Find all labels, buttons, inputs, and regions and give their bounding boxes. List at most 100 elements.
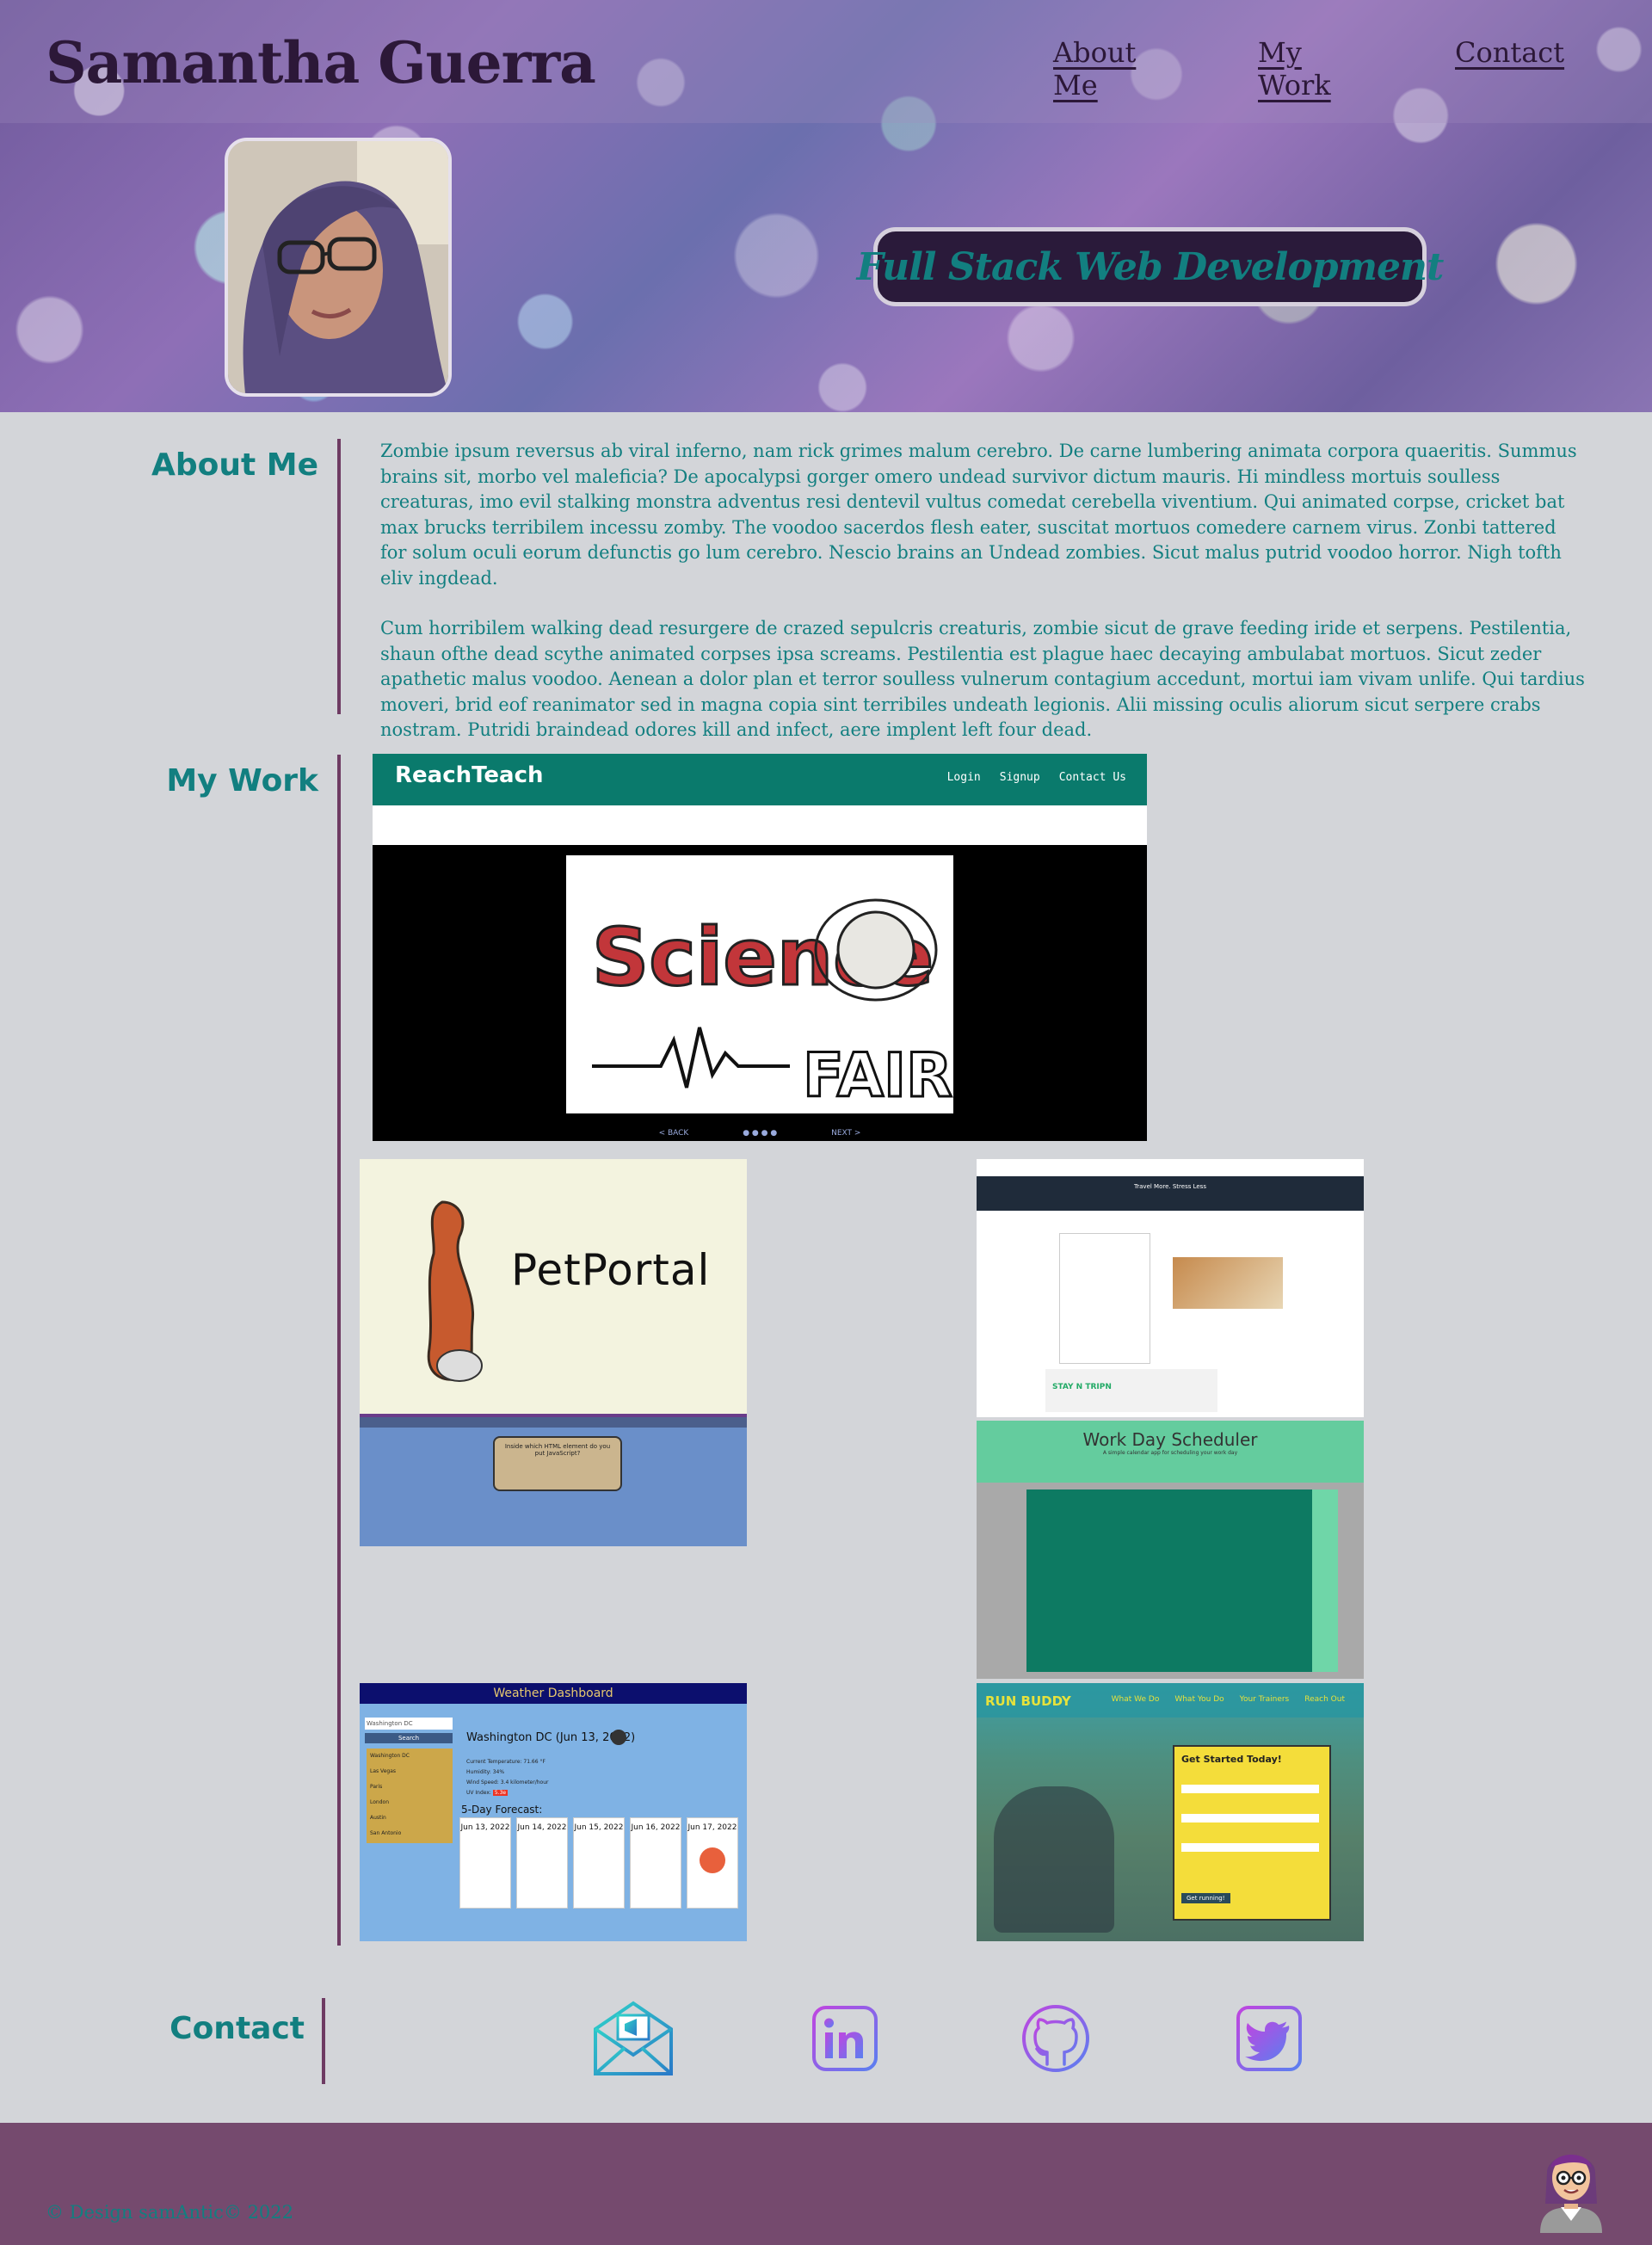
runbuddy-link: What We Do	[1111, 1695, 1160, 1704]
reachteach-brand: ReachTeach	[395, 762, 544, 788]
project-reachteach[interactable]: ReachTeach Login Signup Contact Us Scien…	[373, 754, 1147, 1141]
github-icon[interactable]	[1021, 2004, 1090, 2073]
fair-word: FAIR	[803, 1040, 952, 1111]
nav-link-contact[interactable]: Contact	[1455, 36, 1564, 69]
reachteach-login: Login	[946, 771, 981, 784]
hero-banner: Samantha Guerra About Me My Work Contact…	[0, 0, 1652, 412]
weather-body: Washington DC Search Washington DC Las V…	[360, 1704, 747, 1941]
site-title: Samantha Guerra	[46, 29, 596, 96]
about-paragraph-2: Cum horribilem walking dead resurgere de…	[380, 618, 1585, 740]
scheduler-title: Work Day Scheduler	[1082, 1429, 1258, 1450]
weather-forecast-label: 5-Day Forecast:	[461, 1804, 543, 1816]
quiz-question-box: Inside which HTML element do you put Jav…	[493, 1436, 622, 1491]
carousel-back[interactable]: < BACK	[659, 1129, 689, 1138]
runner-figure	[994, 1786, 1114, 1933]
work-title: My Work	[166, 763, 318, 799]
forecast-date: Jun 15, 2022	[574, 1823, 624, 1832]
contact-title: Contact	[170, 2011, 305, 2046]
carousel-dots: ● ● ● ●	[743, 1129, 778, 1138]
project-petportal[interactable]: PetPortal Inside which HTML element do y…	[360, 1159, 747, 1546]
footer: © Design samAntic© 2022	[0, 2123, 1652, 2245]
forecast-card: Jun 17, 2022	[687, 1817, 738, 1909]
quiz-navbar	[360, 1417, 747, 1428]
stayntripn-brand: STAY N TRIPN	[1052, 1383, 1112, 1391]
forecast-card: Jun 15, 2022	[573, 1817, 625, 1909]
city-5: Austin	[370, 1815, 386, 1821]
reachteach-contact: Contact Us	[1058, 771, 1126, 784]
reachteach-navbar: ReachTeach Login Signup Contact Us	[373, 754, 1147, 805]
stayntripn-footer: STAY N TRIPN	[1045, 1369, 1217, 1412]
forecast-card: Jun 14, 2022	[516, 1817, 568, 1909]
runbuddy-submit-button: Get running!	[1181, 1893, 1230, 1903]
runbuddy-link: Your Trainers	[1239, 1695, 1290, 1704]
runbuddy-form-title: Get Started Today!	[1181, 1754, 1282, 1765]
runbuddy-name-field	[1181, 1785, 1319, 1793]
forecast-card: Jun 13, 2022	[459, 1817, 511, 1909]
city-3: Paris	[370, 1784, 383, 1790]
scheduler-subtitle: A simple calendar app for scheduling you…	[1102, 1450, 1238, 1456]
project-scheduler[interactable]: Work Day Scheduler A simple calendar app…	[977, 1421, 1364, 1679]
scheduler-body	[977, 1483, 1364, 1679]
scheduler-grid	[1026, 1489, 1319, 1672]
stayntripn-photo	[1173, 1257, 1283, 1309]
forecast-date: Jun 17, 2022	[687, 1823, 737, 1832]
weather-uv-badge: 5.3e	[492, 1790, 509, 1796]
runbuddy-phone-field	[1181, 1843, 1319, 1852]
petportal-hero: PetPortal	[360, 1159, 747, 1414]
weather-title: Weather Dashboard	[493, 1687, 613, 1700]
ferret-illustration	[427, 1200, 483, 1382]
weather-stats: Current Temperature: 71.66 °F Humidity: …	[466, 1757, 548, 1798]
nav-link-work[interactable]: My Work	[1258, 36, 1331, 102]
profile-photo	[225, 138, 452, 397]
forecast-date: Jun 13, 2022	[460, 1823, 510, 1832]
sun-icon	[700, 1847, 725, 1873]
linkedin-icon[interactable]	[811, 2005, 878, 2072]
forecast-date: Jun 14, 2022	[517, 1823, 567, 1832]
weather-current-icon	[611, 1730, 626, 1745]
weather-city-list: Washington DC Las Vegas Paris London Aus…	[367, 1749, 453, 1843]
weather-search-input: Washington DC	[365, 1718, 453, 1730]
stayntripn-heading: Travel More. Stress Less	[1134, 1183, 1206, 1190]
science-fair-image: Science FAIR	[566, 855, 953, 1113]
weather-wind: Wind Speed: 3.4 kilometer/hour	[466, 1779, 549, 1786]
city-2: Las Vegas	[370, 1768, 396, 1774]
carousel-controls: < BACK ● ● ● ● NEXT >	[373, 1129, 1147, 1138]
runbuddy-brand: RUN BUDDY	[985, 1693, 1071, 1709]
reachteach-signup: Signup	[999, 771, 1040, 784]
about-text: Zombie ipsum reversus ab viral inferno, …	[380, 439, 1585, 768]
forecast-date: Jun 16, 2022	[631, 1823, 681, 1832]
runbuddy-navbar: RUN BUDDY What We Do What You Do Your Tr…	[977, 1683, 1364, 1718]
tagline-badge: Full Stack Web Development	[857, 227, 1444, 306]
runbuddy-link: Reach Out	[1304, 1695, 1345, 1704]
carousel-next[interactable]: NEXT >	[831, 1129, 860, 1138]
forecast-card: Jun 16, 2022	[630, 1817, 681, 1909]
twitter-icon[interactable]	[1236, 2005, 1303, 2072]
project-stayntripn[interactable]: Travel More. Stress Less STAY N TRIPN	[977, 1159, 1364, 1417]
project-runbuddy[interactable]: RUN BUDDY What We Do What You Do Your Tr…	[977, 1683, 1364, 1941]
about-title: About Me	[151, 447, 318, 483]
about-paragraph-1: Zombie ipsum reversus ab viral inferno, …	[380, 441, 1577, 589]
city-6: San Antonio	[370, 1830, 402, 1836]
email-icon[interactable]	[592, 1998, 675, 2077]
footer-copyright: © Design samAntic© 2022	[46, 2202, 294, 2223]
city-4: London	[370, 1799, 389, 1805]
city-1: Washington DC	[370, 1753, 410, 1759]
quiz-question: Inside which HTML element do you put Jav…	[504, 1443, 611, 1457]
nav-link-about[interactable]: About Me	[1053, 36, 1136, 102]
stayntripn-header	[977, 1159, 1364, 1176]
reachteach-spacer	[373, 805, 1147, 845]
project-weather[interactable]: Weather Dashboard Washington DC Search W…	[360, 1683, 747, 1941]
about-divider	[337, 439, 341, 714]
reachteach-carousel: Science FAIR < BACK ● ● ● ● NEXT >	[373, 845, 1147, 1141]
petportal-quiz: Inside which HTML element do you put Jav…	[360, 1417, 747, 1546]
runbuddy-email-field	[1181, 1814, 1319, 1823]
cartoon-avatar-icon	[1535, 2138, 1607, 2233]
work-divider	[337, 755, 341, 1946]
stayntripn-hero: Travel More. Stress Less	[977, 1176, 1364, 1211]
petportal-name: PetPortal	[511, 1245, 711, 1295]
weather-header: Weather Dashboard	[360, 1683, 747, 1704]
scheduler-save-column	[1312, 1489, 1338, 1672]
scheduler-header: Work Day Scheduler A simple calendar app…	[977, 1421, 1364, 1483]
weather-temp: Current Temperature: 71.66 °F	[466, 1759, 546, 1765]
runbuddy-form: Get Started Today! Get running!	[1173, 1745, 1331, 1921]
